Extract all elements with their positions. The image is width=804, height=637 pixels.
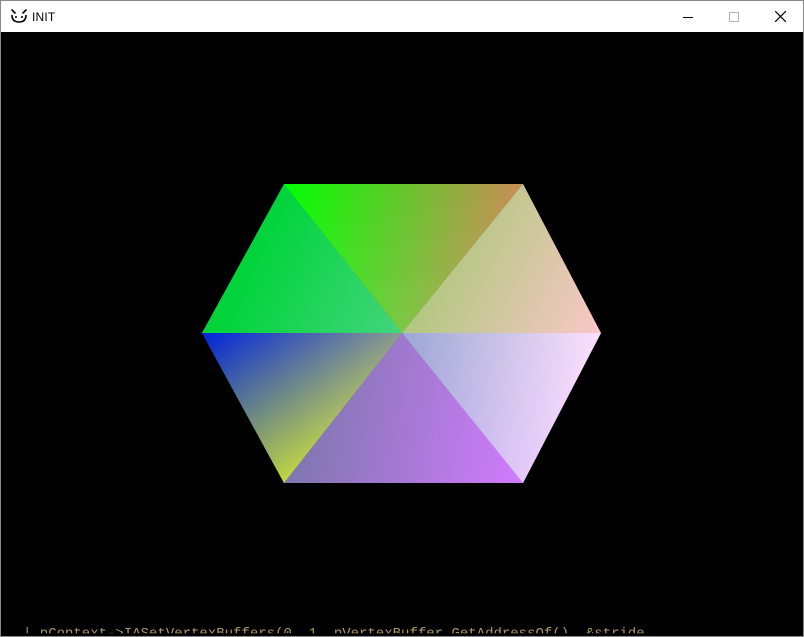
window-title: INIT bbox=[32, 10, 56, 24]
maximize-icon bbox=[729, 11, 739, 22]
minimize-icon bbox=[683, 16, 693, 18]
close-button[interactable] bbox=[757, 1, 803, 32]
minimize-button[interactable] bbox=[665, 1, 711, 32]
maximize-button[interactable] bbox=[711, 1, 757, 32]
title-bar[interactable]: INIT bbox=[1, 1, 803, 32]
app-window: INIT | pContext->IASetVertexBuffers(0, 1… bbox=[0, 0, 804, 637]
app-icon bbox=[11, 9, 27, 23]
rendered-scene bbox=[202, 184, 601, 483]
render-viewport[interactable]: | pContext->IASetVertexBuffers(0, 1, pVe… bbox=[1, 32, 803, 636]
close-icon bbox=[774, 11, 786, 22]
